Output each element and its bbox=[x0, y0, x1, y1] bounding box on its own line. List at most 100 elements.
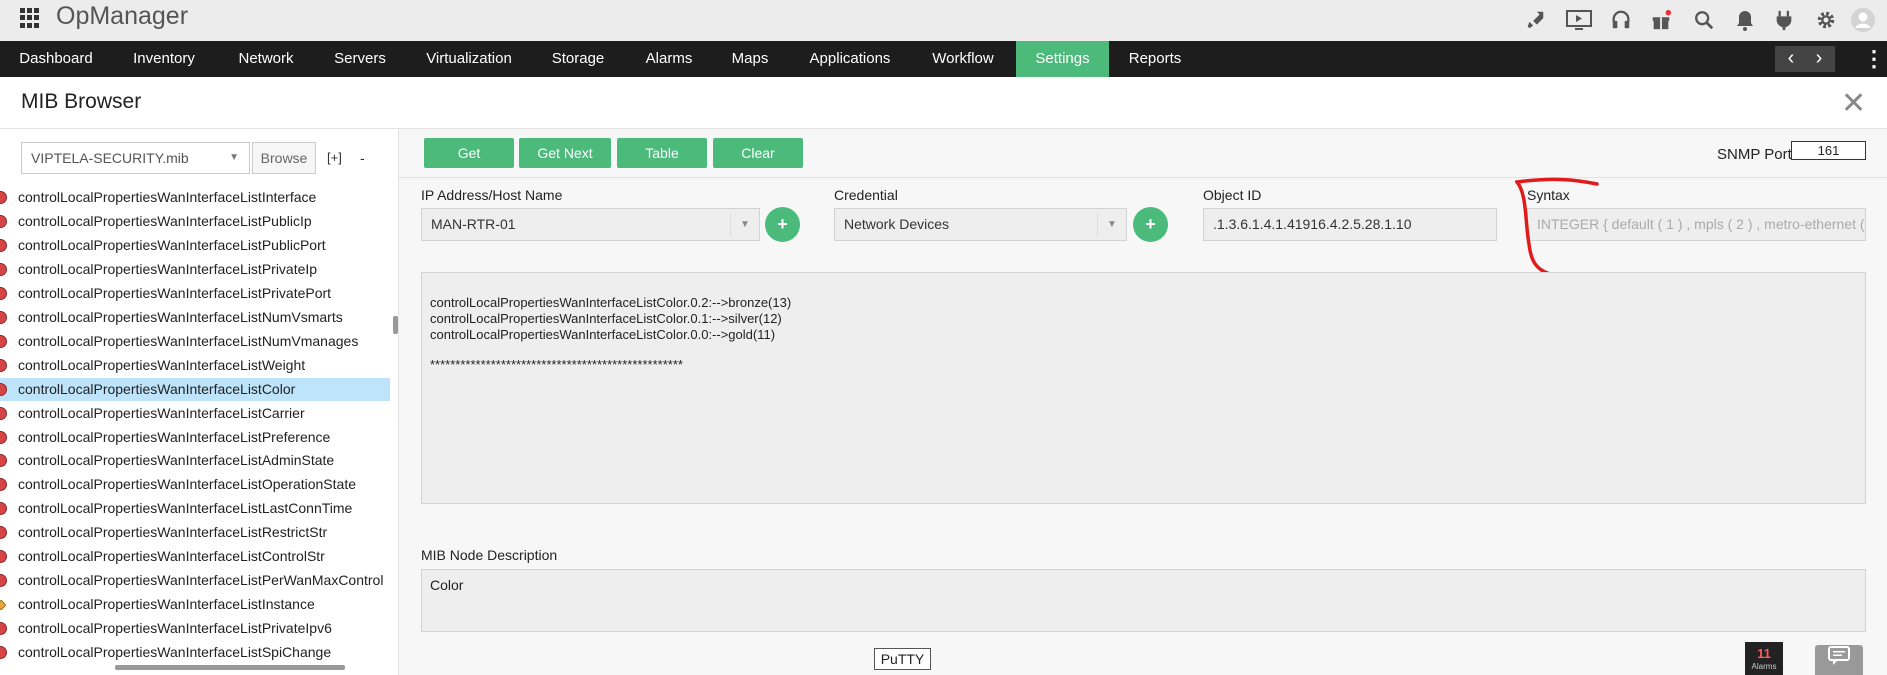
app-title: OpManager bbox=[56, 2, 189, 30]
gear-icon[interactable] bbox=[1810, 4, 1842, 36]
putty-button[interactable]: PuTTY bbox=[874, 648, 931, 670]
mib-node-icon bbox=[0, 526, 7, 540]
mib-node-icon bbox=[0, 406, 7, 420]
add-credential-button[interactable]: + bbox=[1133, 207, 1168, 242]
ip-address-select[interactable]: MAN-RTR-01 ▼ bbox=[421, 208, 760, 241]
mib-tree: controlLocalPropertiesWanInterfaceListIn… bbox=[0, 186, 392, 670]
mib-tree-node[interactable]: controlLocalPropertiesWanInterfaceListPr… bbox=[0, 258, 390, 281]
mib-node-icon bbox=[0, 550, 7, 564]
collapse-all-button[interactable]: - bbox=[360, 150, 365, 166]
red-annotation-bracket bbox=[1515, 177, 1599, 281]
support-icon[interactable] bbox=[1605, 4, 1637, 36]
mib-tree-node[interactable]: controlLocalPropertiesWanInterfaceListPr… bbox=[0, 617, 390, 640]
mib-node-icon bbox=[0, 622, 7, 636]
mib-tree-node[interactable]: controlLocalPropertiesWanInterfaceListAd… bbox=[0, 449, 390, 472]
mib-file-value: VIPTELA-SECURITY.mib bbox=[31, 150, 189, 166]
nav-reports[interactable]: Reports bbox=[1122, 41, 1188, 77]
mib-tree-node-label: controlLocalPropertiesWanInterfaceListPu… bbox=[18, 212, 312, 229]
mib-tree-node[interactable]: controlLocalPropertiesWanInterfaceListPr… bbox=[0, 282, 390, 305]
nav-workflow[interactable]: Workflow bbox=[918, 41, 1008, 77]
more-menu-icon[interactable]: ⋮ bbox=[1863, 45, 1885, 73]
result-line: controlLocalPropertiesWanInterfaceListCo… bbox=[430, 295, 792, 310]
mib-tree-node-label: controlLocalPropertiesWanInterfaceListIn… bbox=[18, 189, 317, 205]
browse-button[interactable]: Browse bbox=[252, 142, 316, 174]
mib-tree-node-label: controlLocalPropertiesWanInterfaceListAd… bbox=[18, 452, 335, 469]
mib-tree-node-label: controlLocalPropertiesWanInterfaceListPr… bbox=[18, 260, 318, 277]
get-button[interactable]: Get bbox=[424, 138, 514, 168]
key-node-icon bbox=[0, 599, 7, 611]
mib-tree-node[interactable]: controlLocalPropertiesWanInterfaceListLa… bbox=[0, 497, 390, 520]
mib-file-select[interactable]: VIPTELA-SECURITY.mib ▼ bbox=[21, 142, 250, 174]
nav-maps[interactable]: Maps bbox=[722, 41, 778, 77]
mib-tree-node[interactable]: controlLocalPropertiesWanInterfaceListNu… bbox=[0, 306, 390, 329]
chevron-down-icon: ▼ bbox=[730, 213, 759, 236]
object-id-input[interactable]: .1.3.6.1.4.1.41916.4.2.5.28.1.10 bbox=[1203, 208, 1497, 241]
nav-applications[interactable]: Applications bbox=[802, 41, 898, 77]
mib-tree-node[interactable]: controlLocalPropertiesWanInterfaceListRe… bbox=[0, 521, 390, 544]
app-grid-icon[interactable] bbox=[20, 8, 40, 28]
nav-virtualization[interactable]: Virtualization bbox=[418, 41, 520, 77]
mib-tree-node-label: controlLocalPropertiesWanInterfaceListNu… bbox=[18, 332, 359, 349]
credential-select[interactable]: Network Devices ▼ bbox=[834, 208, 1127, 241]
mib-tree-node[interactable]: controlLocalPropertiesWanInterfaceListIn… bbox=[0, 186, 390, 209]
rocket-icon[interactable] bbox=[1519, 4, 1551, 36]
get-next-button[interactable]: Get Next bbox=[519, 138, 611, 168]
mib-tree-node[interactable]: controlLocalPropertiesWanInterfaceListCo… bbox=[0, 545, 390, 568]
chevron-down-icon: ▼ bbox=[229, 152, 239, 163]
main-nav: Dashboard Inventory Network Servers Virt… bbox=[0, 41, 1887, 77]
nav-settings[interactable]: Settings bbox=[1016, 41, 1109, 77]
table-button[interactable]: Table bbox=[617, 138, 707, 168]
nav-storage[interactable]: Storage bbox=[543, 41, 613, 77]
nav-servers[interactable]: Servers bbox=[325, 41, 395, 77]
mib-tree-node[interactable]: controlLocalPropertiesWanInterfaceListNu… bbox=[0, 330, 390, 353]
alarm-label: Alarms bbox=[1751, 662, 1777, 671]
bell-icon[interactable] bbox=[1729, 4, 1761, 36]
mib-tree-node[interactable]: controlLocalPropertiesWanInterfaceListPu… bbox=[0, 210, 390, 233]
nav-alarms[interactable]: Alarms bbox=[634, 41, 704, 77]
user-icon[interactable] bbox=[1847, 4, 1879, 36]
mib-tree-node-label: controlLocalPropertiesWanInterfaceListNu… bbox=[18, 308, 343, 325]
nav-inventory[interactable]: Inventory bbox=[122, 41, 206, 77]
mib-tree-node-label: controlLocalPropertiesWanInterfaceListPr… bbox=[18, 620, 332, 637]
mib-node-icon bbox=[0, 214, 7, 228]
mib-node-icon bbox=[0, 502, 7, 516]
plug-icon[interactable] bbox=[1768, 4, 1800, 36]
mib-tree-node-label: controlLocalPropertiesWanInterfaceListCo… bbox=[18, 380, 296, 397]
mib-tree-node[interactable]: controlLocalPropertiesWanInterfaceListPu… bbox=[0, 234, 390, 257]
mib-tree-node-label: controlLocalPropertiesWanInterfaceListCo… bbox=[18, 548, 325, 565]
gift-icon[interactable] bbox=[1645, 4, 1677, 36]
page-title: MIB Browser bbox=[21, 90, 142, 113]
search-icon[interactable] bbox=[1688, 4, 1720, 36]
mib-tree-node[interactable]: controlLocalPropertiesWanInterfaceListIn… bbox=[0, 593, 390, 616]
add-device-button[interactable]: + bbox=[765, 207, 800, 242]
screen-icon[interactable] bbox=[1563, 4, 1595, 36]
nav-next-arrow-icon[interactable]: › bbox=[1805, 46, 1833, 72]
nav-scroll-arrows: ‹ › bbox=[1775, 46, 1835, 72]
mib-node-description: Color bbox=[421, 569, 1866, 632]
mib-tree-node-label: controlLocalPropertiesWanInterfaceListSp… bbox=[18, 644, 332, 661]
expand-all-button[interactable]: [+] bbox=[327, 150, 342, 165]
mib-tree-node[interactable]: controlLocalPropertiesWanInterfaceListWe… bbox=[0, 354, 390, 377]
chat-icon[interactable] bbox=[1815, 645, 1863, 675]
result-line: controlLocalPropertiesWanInterfaceListCo… bbox=[430, 311, 782, 326]
nav-network[interactable]: Network bbox=[226, 41, 306, 77]
mib-node-icon bbox=[0, 574, 7, 588]
mib-tree-node[interactable]: controlLocalPropertiesWanInterfaceListCa… bbox=[0, 402, 390, 425]
top-bar: OpManager bbox=[0, 0, 1887, 42]
close-icon[interactable]: ✕ bbox=[1841, 89, 1866, 119]
nav-dashboard[interactable]: Dashboard bbox=[10, 41, 102, 77]
mib-tree-node[interactable]: controlLocalPropertiesWanInterfaceListPr… bbox=[0, 426, 390, 449]
nav-prev-arrow-icon[interactable]: ‹ bbox=[1777, 46, 1805, 72]
toolbar-divider bbox=[399, 177, 1887, 178]
mib-tree-node[interactable]: controlLocalPropertiesWanInterfaceListCo… bbox=[0, 377, 390, 401]
mib-node-icon bbox=[0, 478, 7, 492]
tree-horizontal-scrollbar[interactable] bbox=[115, 665, 345, 670]
snmp-port-input[interactable]: 161 bbox=[1791, 141, 1866, 160]
mib-tree-node[interactable]: controlLocalPropertiesWanInterfaceListSp… bbox=[0, 641, 390, 664]
alarm-badge[interactable]: 11 Alarms bbox=[1745, 642, 1783, 675]
mib-tree-node-label: controlLocalPropertiesWanInterfaceListPu… bbox=[18, 236, 326, 253]
mib-tree-node[interactable]: controlLocalPropertiesWanInterfaceListPe… bbox=[0, 569, 390, 592]
ip-address-value: MAN-RTR-01 bbox=[431, 216, 516, 232]
mib-tree-node[interactable]: controlLocalPropertiesWanInterfaceListOp… bbox=[0, 473, 390, 496]
clear-button[interactable]: Clear bbox=[713, 138, 803, 168]
